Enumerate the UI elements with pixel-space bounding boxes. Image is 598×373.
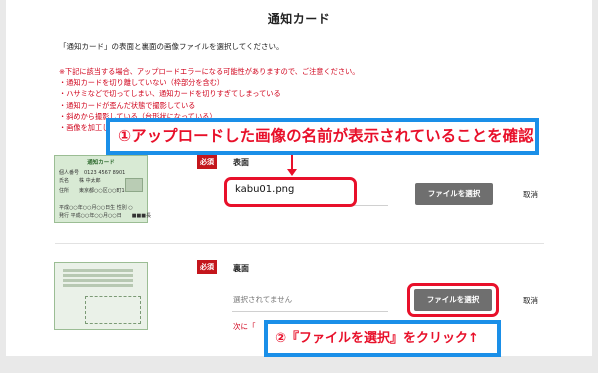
back-label: 裏面 bbox=[233, 264, 249, 273]
page-title: 通知カード bbox=[267, 12, 331, 26]
next-step-text: 次に「 bbox=[233, 322, 256, 331]
front-card-thumbnail: 通知カード 個人番号 0123 4567 8901 氏名 株 中太郎 住所 東京… bbox=[54, 155, 151, 223]
required-badge: 必須 bbox=[197, 260, 217, 274]
thumbnail-title: 通知カード bbox=[87, 160, 115, 166]
front-label: 表面 bbox=[233, 158, 249, 167]
divider bbox=[55, 243, 544, 244]
back-card-thumbnail bbox=[54, 262, 148, 330]
thumbnail-memo-box bbox=[85, 296, 141, 324]
thumbnail-row: 平成○○年○○月○○日生 性別 ○ bbox=[59, 205, 133, 211]
back-file-status: 選択されてません bbox=[233, 295, 293, 304]
thumbnail-row: 住所 東京都○○区○○町1-2-3 bbox=[59, 188, 135, 194]
back-cancel-link[interactable]: 取消 bbox=[523, 295, 538, 306]
back-file-underline bbox=[232, 311, 388, 312]
thumbnail-text-lines bbox=[63, 269, 133, 289]
required-badge: 必須 bbox=[197, 155, 217, 169]
thumbnail-row: 個人番号 0123 4567 8901 bbox=[59, 170, 126, 176]
file-name-highlight bbox=[224, 177, 357, 207]
select-button-highlight bbox=[407, 283, 499, 317]
note-line: ・通知カードが歪んだ状態で撮影している bbox=[59, 100, 196, 110]
note-line: ・ハサミなどで切ってしまい、通知カードを切りすぎてしまっている bbox=[59, 89, 281, 99]
thumbnail-row: 発行 平成○○年○○月○○日 ■■■長 bbox=[59, 213, 151, 219]
instruction-callout-1: ①アップロードした画像の名前が表示されていることを確認 bbox=[106, 118, 539, 155]
front-select-file-button[interactable]: ファイルを選択 bbox=[415, 183, 493, 205]
thumbnail-row: 氏名 株 中太郎 bbox=[59, 178, 101, 184]
intro-text: 「通知カード」の表面と裏面の画像ファイルを選択してください。 bbox=[59, 42, 284, 51]
down-arrow-icon bbox=[287, 152, 297, 176]
front-cancel-link[interactable]: 取消 bbox=[523, 189, 538, 200]
photo-placeholder bbox=[125, 178, 143, 192]
instruction-callout-2: ②『ファイルを選択』をクリック↑ bbox=[264, 320, 501, 357]
note-line: ※下記に該当する場合、アップロードエラーになる可能性がありますので、ご注意くださ… bbox=[59, 67, 360, 76]
note-line: ・通知カードを切り離していない（枠部分を含む） bbox=[59, 78, 225, 88]
